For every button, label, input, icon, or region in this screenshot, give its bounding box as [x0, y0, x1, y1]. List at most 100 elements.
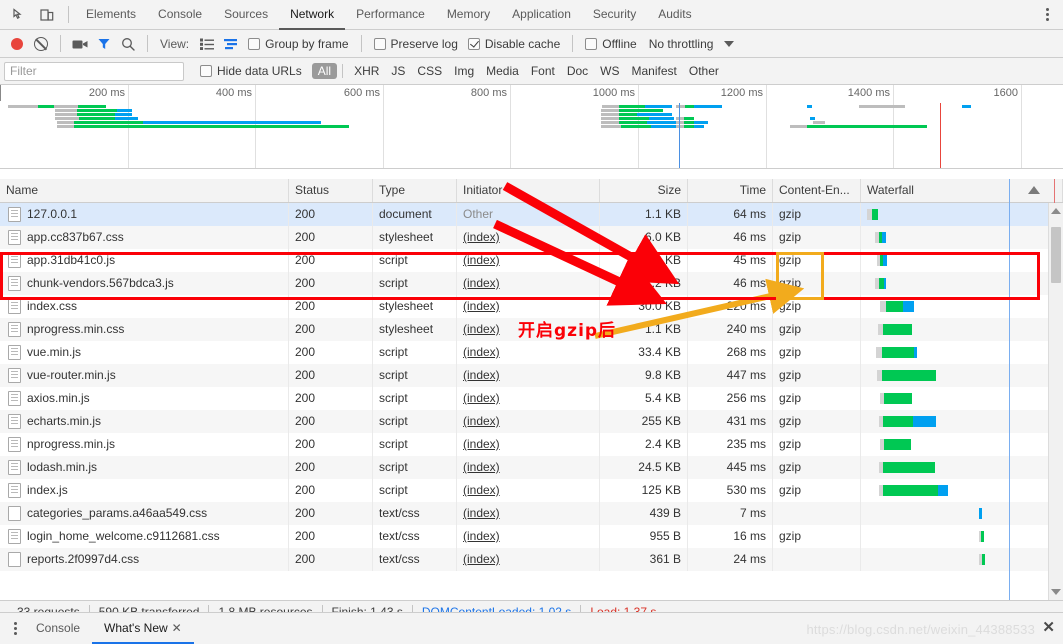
filter-type-all[interactable]: All: [311, 63, 338, 79]
cell-initiator[interactable]: (index): [457, 548, 600, 571]
table-row[interactable]: app.31db41c0.js 200 script (index) 2.8 KB 45 …: [0, 249, 1063, 272]
filter-type-other[interactable]: Other: [683, 63, 725, 79]
table-row[interactable]: vue.min.js 200 script (index) 33.4 KB 268 ms g…: [0, 341, 1063, 364]
view-list-icon[interactable]: [196, 34, 218, 54]
cell-name[interactable]: 127.0.0.1: [0, 203, 289, 226]
initiator-link[interactable]: (index): [463, 299, 500, 313]
device-toolbar-icon[interactable]: [36, 4, 58, 26]
filter-type-media[interactable]: Media: [480, 63, 525, 79]
drawer-tab-console[interactable]: Console: [24, 613, 92, 644]
drawer-tab-what-s-new[interactable]: What's New ✕: [92, 613, 194, 644]
cell-name[interactable]: reports.2f0997d4.css: [0, 548, 289, 571]
scroll-up-icon[interactable]: [1049, 203, 1063, 219]
table-row[interactable]: echarts.min.js 200 script (index) 255 KB 431 …: [0, 410, 1063, 433]
cell-initiator[interactable]: (index): [457, 226, 600, 249]
preserve-log-box[interactable]: [373, 37, 386, 50]
hide-data-urls-checkbox[interactable]: Hide data URLs: [196, 64, 306, 78]
cell-name[interactable]: nprogress.min.js: [0, 433, 289, 456]
tab-elements[interactable]: Elements: [75, 0, 147, 30]
chevron-down-icon[interactable]: [724, 40, 735, 47]
initiator-link[interactable]: (index): [463, 253, 500, 267]
scroll-down-icon[interactable]: [1049, 584, 1063, 600]
initiator-link[interactable]: (index): [463, 437, 500, 451]
table-row[interactable]: nprogress.min.css 200 stylesheet (index) 1.1…: [0, 318, 1063, 341]
initiator-link[interactable]: (index): [463, 230, 500, 244]
column-header-encoding[interactable]: Content-En...: [773, 179, 861, 202]
grid-body[interactable]: 127.0.0.1 200 document Other 1.1 KB 64 ms gzip…: [0, 203, 1063, 600]
hide-data-urls-box[interactable]: [200, 65, 212, 77]
preserve-log-checkbox[interactable]: Preserve log: [370, 37, 462, 51]
column-header-waterfall[interactable]: Waterfall: [861, 179, 1063, 202]
throttling-select[interactable]: No throttling: [649, 37, 714, 51]
table-row[interactable]: categories_params.a46aa549.css 200 text/cs…: [0, 502, 1063, 525]
cell-initiator[interactable]: (index): [457, 387, 600, 410]
search-icon[interactable]: [117, 33, 139, 55]
cell-initiator[interactable]: (index): [457, 525, 600, 548]
cell-name[interactable]: vue-router.min.js: [0, 364, 289, 387]
cell-initiator[interactable]: (index): [457, 433, 600, 456]
filter-type-js[interactable]: JS: [385, 63, 411, 79]
cell-initiator[interactable]: (index): [457, 456, 600, 479]
tab-memory[interactable]: Memory: [436, 0, 501, 30]
vertical-scrollbar[interactable]: [1048, 203, 1063, 600]
cell-initiator[interactable]: (index): [457, 295, 600, 318]
tab-network[interactable]: Network: [279, 0, 346, 30]
disable-cache-checkbox[interactable]: Disable cache: [464, 37, 564, 51]
inspect-element-icon[interactable]: [8, 4, 30, 26]
cell-name[interactable]: index.css: [0, 295, 289, 318]
cell-initiator[interactable]: (index): [457, 410, 600, 433]
group-by-frame-box[interactable]: [248, 37, 261, 50]
filter-funnel-icon[interactable]: [93, 33, 115, 55]
offline-checkbox[interactable]: Offline: [581, 37, 640, 51]
initiator-link[interactable]: (index): [463, 414, 500, 428]
group-by-frame-checkbox[interactable]: Group by frame: [244, 37, 352, 51]
table-row[interactable]: reports.2f0997d4.css 200 text/css (index) 36…: [0, 548, 1063, 571]
cell-initiator[interactable]: (index): [457, 502, 600, 525]
offline-box[interactable]: [585, 37, 598, 50]
cell-name[interactable]: lodash.min.js: [0, 456, 289, 479]
filter-type-img[interactable]: Img: [448, 63, 480, 79]
table-row[interactable]: chunk-vendors.567bdca3.js 200 script (index…: [0, 272, 1063, 295]
drawer-more-options-icon[interactable]: [6, 618, 24, 640]
cell-name[interactable]: index.js: [0, 479, 289, 502]
table-row[interactable]: index.js 200 script (index) 125 KB 530 ms gzip: [0, 479, 1063, 502]
initiator-link[interactable]: (index): [463, 391, 500, 405]
cell-initiator[interactable]: (index): [457, 318, 600, 341]
cell-name[interactable]: app.cc837b67.css: [0, 226, 289, 249]
filter-type-css[interactable]: CSS: [411, 63, 448, 79]
cell-initiator[interactable]: (index): [457, 364, 600, 387]
initiator-link[interactable]: (index): [463, 322, 500, 336]
filter-input[interactable]: [4, 61, 184, 81]
cell-initiator[interactable]: Other: [457, 203, 600, 226]
disable-cache-box[interactable]: [467, 37, 480, 50]
network-overview[interactable]: 200 ms 400 ms 600 ms 800 ms 1000 ms 1200 ms 14…: [0, 85, 1063, 169]
cell-name[interactable]: echarts.min.js: [0, 410, 289, 433]
column-header-initiator[interactable]: Initiator: [457, 179, 600, 202]
table-row[interactable]: vue-router.min.js 200 script (index) 9.8 KB 4…: [0, 364, 1063, 387]
cell-name[interactable]: nprogress.min.css: [0, 318, 289, 341]
initiator-link[interactable]: (index): [463, 529, 500, 543]
tab-performance[interactable]: Performance: [345, 0, 436, 30]
initiator-link[interactable]: (index): [463, 368, 500, 382]
view-waterfall-icon[interactable]: [220, 34, 242, 54]
column-header-status[interactable]: Status: [289, 179, 373, 202]
table-row[interactable]: 127.0.0.1 200 document Other 1.1 KB 64 ms gzip: [0, 203, 1063, 226]
cell-name[interactable]: categories_params.a46aa549.css: [0, 502, 289, 525]
initiator-link[interactable]: (index): [463, 552, 500, 566]
initiator-link[interactable]: (index): [463, 276, 500, 290]
cell-initiator[interactable]: (index): [457, 272, 600, 295]
tab-security[interactable]: Security: [582, 0, 647, 30]
cell-initiator[interactable]: (index): [457, 249, 600, 272]
table-row[interactable]: app.cc837b67.css 200 stylesheet (index) 6.0 …: [0, 226, 1063, 249]
record-icon[interactable]: [6, 33, 28, 55]
cell-name[interactable]: chunk-vendors.567bdca3.js: [0, 272, 289, 295]
table-row[interactable]: axios.min.js 200 script (index) 5.4 KB 256 ms…: [0, 387, 1063, 410]
column-header-type[interactable]: Type: [373, 179, 457, 202]
table-row[interactable]: lodash.min.js 200 script (index) 24.5 KB 445 …: [0, 456, 1063, 479]
filter-type-doc[interactable]: Doc: [561, 63, 594, 79]
filter-type-xhr[interactable]: XHR: [348, 63, 385, 79]
cell-name[interactable]: axios.min.js: [0, 387, 289, 410]
screenshot-camera-icon[interactable]: [69, 33, 91, 55]
cell-initiator[interactable]: (index): [457, 479, 600, 502]
table-row[interactable]: login_home_welcome.c9112681.css 200 text/c…: [0, 525, 1063, 548]
